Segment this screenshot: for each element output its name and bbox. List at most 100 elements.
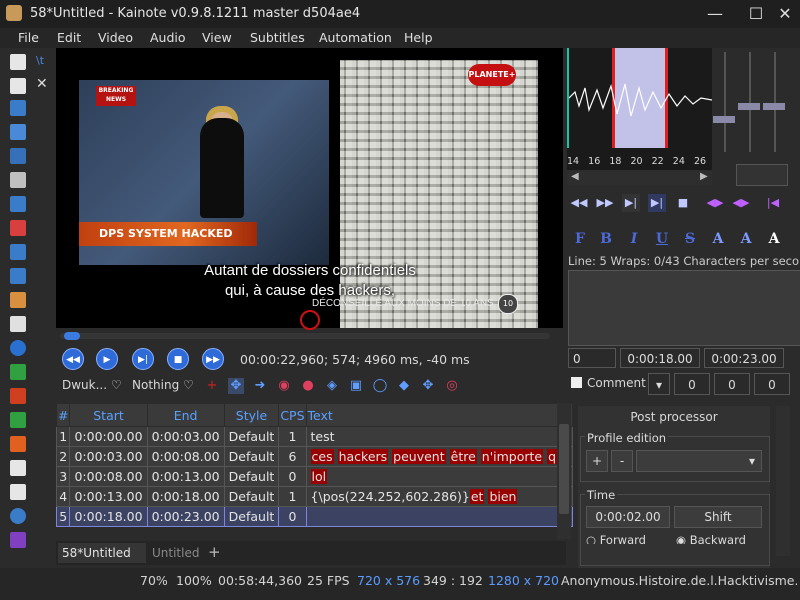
tab-untitled[interactable]: Untitled bbox=[152, 546, 199, 560]
post-processor-scrollbar[interactable] bbox=[776, 406, 790, 556]
table-row[interactable]: 3 0:00:08.00 0:00:13.00 Default 0 lol bbox=[55, 466, 574, 487]
end-time-field[interactable]: 0:00:23.00 bbox=[704, 348, 784, 368]
audio-play-500-after-icon[interactable]: ◀▶ bbox=[732, 194, 750, 212]
scroll-right-icon[interactable]: ▶ bbox=[700, 171, 708, 182]
save-icon[interactable] bbox=[10, 148, 26, 164]
new-line-icon[interactable]: \t bbox=[36, 54, 44, 67]
volume-slider-track[interactable] bbox=[724, 52, 726, 152]
open-video-icon[interactable] bbox=[10, 100, 26, 116]
add-profile-button[interactable]: + bbox=[586, 450, 608, 472]
remove-profile-button[interactable]: - bbox=[611, 450, 633, 472]
col-text[interactable]: Text bbox=[305, 403, 574, 427]
clipboard-icon[interactable] bbox=[10, 316, 26, 332]
maximize-button[interactable]: ☐ bbox=[745, 4, 767, 24]
clip-rect-icon[interactable]: ▣ bbox=[348, 378, 364, 394]
menu-view[interactable]: View bbox=[202, 30, 232, 45]
height-slider-thumb[interactable] bbox=[738, 103, 760, 110]
menu-video[interactable]: Video bbox=[98, 30, 133, 45]
col-cps[interactable]: CPS bbox=[278, 403, 307, 427]
col-style[interactable]: Style bbox=[223, 403, 280, 427]
table-icon[interactable] bbox=[10, 244, 26, 260]
rotate-xy-icon[interactable]: ◈ bbox=[324, 378, 340, 394]
menu-subtitles[interactable]: Subtitles bbox=[250, 30, 305, 45]
table-row[interactable]: 2 0:00:03.00 0:00:08.00 Default 6 ces hackers… bbox=[55, 446, 574, 467]
strikeout-button[interactable]: S bbox=[680, 230, 700, 248]
move-tool-icon[interactable]: ✥ bbox=[228, 378, 244, 394]
audio-play-first-icon[interactable]: |◀ bbox=[764, 194, 782, 212]
scroll-left-icon[interactable]: ◀ bbox=[571, 171, 579, 182]
col-end[interactable]: End bbox=[146, 403, 225, 427]
clock-icon[interactable] bbox=[10, 340, 26, 356]
delete-icon[interactable] bbox=[10, 220, 26, 236]
start-time-field[interactable]: 0:00:18.00 bbox=[620, 348, 700, 368]
profile-dropdown[interactable]: ▾ bbox=[636, 450, 762, 472]
col-index[interactable]: # bbox=[55, 403, 71, 427]
seek-bar[interactable] bbox=[60, 333, 550, 339]
audio-scrollbar[interactable] bbox=[567, 171, 712, 185]
insert-before-icon[interactable] bbox=[10, 412, 26, 428]
scale-tool-icon[interactable]: ◉ bbox=[276, 378, 292, 394]
height-slider-track[interactable] bbox=[749, 52, 751, 152]
minimize-button[interactable]: — bbox=[704, 4, 726, 24]
font-button[interactable]: F bbox=[570, 230, 590, 248]
arrow-right-icon[interactable] bbox=[10, 388, 26, 404]
export-icon[interactable] bbox=[10, 196, 26, 212]
grid-scrollbar-thumb[interactable] bbox=[559, 424, 569, 514]
table-row[interactable]: 4 0:00:13.00 0:00:18.00 Default 1 {\pos(224.2… bbox=[55, 486, 574, 507]
cross-tool-icon[interactable]: + bbox=[204, 378, 220, 394]
move-start-icon[interactable]: ➜ bbox=[252, 378, 268, 394]
margin-left-field[interactable]: 0 bbox=[674, 373, 710, 395]
play-icon[interactable]: ▶ bbox=[96, 348, 118, 370]
tools-icon[interactable]: ✕ bbox=[36, 76, 48, 92]
backward-radio[interactable]: ◉ Backward bbox=[676, 533, 746, 544]
audio-play-500-before-icon[interactable]: ◀▶ bbox=[706, 194, 724, 212]
layout-icon[interactable] bbox=[10, 532, 26, 548]
close-button[interactable]: ✕ bbox=[774, 4, 796, 24]
audio-stop-icon[interactable]: ■ bbox=[674, 194, 692, 212]
col-start[interactable]: Start bbox=[69, 403, 148, 427]
zoom-slider-thumb[interactable] bbox=[763, 103, 785, 110]
audio-prev-icon[interactable]: ◀◀ bbox=[570, 194, 588, 212]
previous-frame-icon[interactable]: ◀◀ bbox=[62, 348, 84, 370]
forward-radio[interactable]: ○ Forward bbox=[586, 533, 646, 544]
margin-right-field[interactable]: 0 bbox=[714, 373, 750, 395]
audio-play-before-icon[interactable]: ▶| bbox=[648, 194, 666, 212]
clip-vector-icon[interactable]: ◯ bbox=[372, 378, 388, 394]
grid-tool-icon[interactable] bbox=[10, 124, 26, 140]
play-line-icon[interactable]: ▶| bbox=[132, 348, 154, 370]
comment-checkbox[interactable] bbox=[571, 377, 582, 388]
shift-button[interactable]: Shift bbox=[674, 506, 762, 528]
secondary-color-button[interactable]: A bbox=[736, 230, 756, 248]
table-row[interactable]: 1 0:00:00.00 0:00:03.00 Default 1 test bbox=[55, 426, 574, 447]
menu-automation[interactable]: Automation bbox=[319, 30, 392, 45]
audio-options-button[interactable] bbox=[736, 164, 788, 186]
open-file-icon[interactable] bbox=[10, 78, 26, 94]
all-tags-icon[interactable]: ◎ bbox=[444, 378, 460, 394]
seek-thumb[interactable] bbox=[64, 332, 80, 340]
subtitle-text-editor[interactable] bbox=[568, 270, 800, 346]
bold-button[interactable]: B bbox=[596, 230, 616, 248]
shift-time-field[interactable]: 0:00:02.00 bbox=[586, 506, 670, 528]
save-as-icon[interactable] bbox=[10, 172, 26, 188]
combo-nothing[interactable]: Nothing ♡ bbox=[132, 378, 194, 396]
menu-audio[interactable]: Audio bbox=[150, 30, 186, 45]
style-dropdown[interactable]: ▾ bbox=[648, 373, 670, 395]
audio-play-selection-icon[interactable]: ▶| bbox=[622, 194, 640, 212]
drawing-icon[interactable]: ◆ bbox=[396, 378, 412, 394]
new-file-icon[interactable] bbox=[10, 54, 26, 70]
stop-icon[interactable]: ■ bbox=[167, 348, 189, 370]
multi-move-icon[interactable]: ✥ bbox=[420, 378, 436, 394]
next-frame-icon[interactable]: ▶▶ bbox=[202, 348, 224, 370]
table-row[interactable]: 5 0:00:18.00 0:00:23.00 Default 0 bbox=[55, 506, 574, 527]
volume-slider-thumb[interactable] bbox=[713, 116, 735, 123]
shift-times-icon[interactable] bbox=[10, 364, 26, 380]
menu-edit[interactable]: Edit bbox=[57, 30, 81, 45]
ass-file-icon[interactable] bbox=[10, 460, 26, 476]
underline-button[interactable]: U bbox=[652, 230, 672, 248]
combo-dwuk[interactable]: Dwuk... ♡ bbox=[62, 378, 122, 396]
zoom-slider-track[interactable] bbox=[774, 52, 776, 152]
position-crosshair-icon[interactable] bbox=[300, 310, 320, 330]
style-manager-icon[interactable] bbox=[10, 292, 26, 308]
add-tab-button[interactable]: + bbox=[208, 543, 221, 561]
zoom-icon[interactable] bbox=[10, 508, 26, 524]
